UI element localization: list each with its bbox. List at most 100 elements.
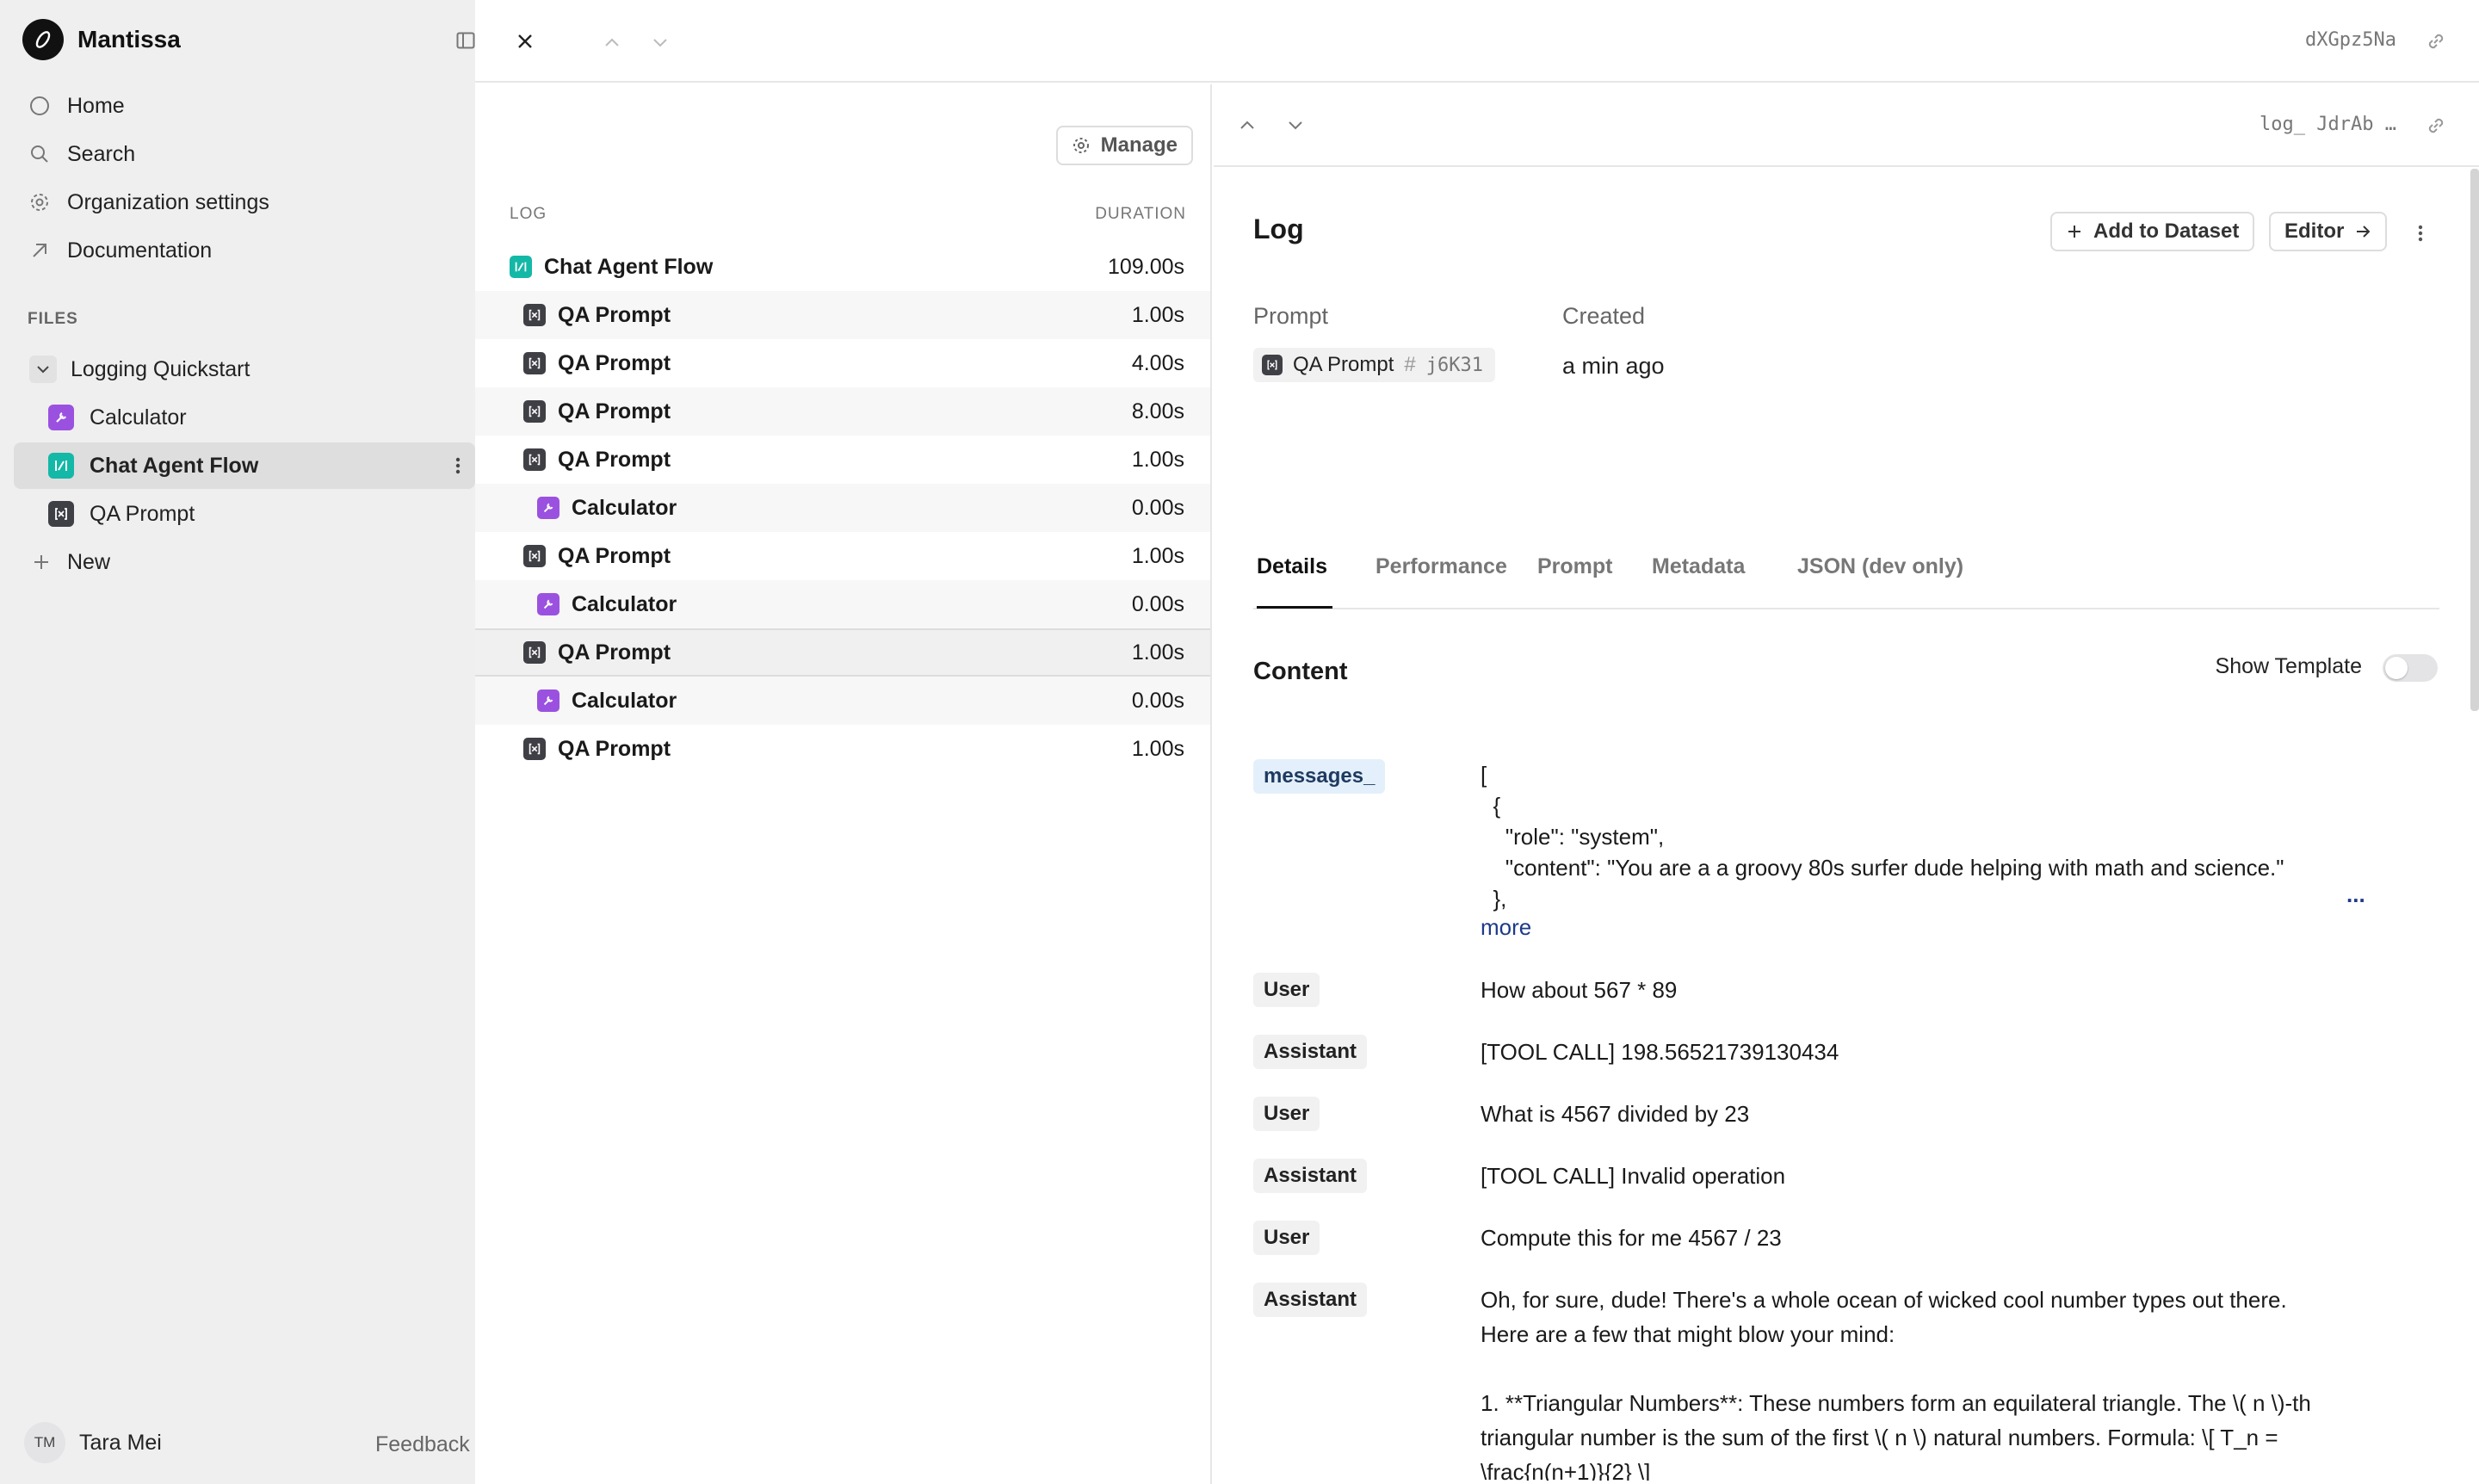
tab-json[interactable]: JSON (dev only) bbox=[1797, 554, 1963, 579]
show-template-toggle[interactable] bbox=[2383, 654, 2438, 682]
folder-logging-quickstart[interactable]: Logging Quickstart bbox=[14, 346, 475, 393]
role-chip-assistant: Assistant bbox=[1253, 1159, 1368, 1193]
manage-button[interactable]: Manage bbox=[1055, 126, 1193, 165]
nav-documentation-label: Documentation bbox=[67, 238, 213, 263]
log-row[interactable]: Chat Agent Flow 109.00s bbox=[475, 243, 1210, 291]
role-chip-assistant: Assistant bbox=[1253, 1035, 1368, 1069]
home-circle-icon bbox=[28, 94, 52, 118]
brand-logo-icon bbox=[22, 19, 64, 60]
add-to-dataset-button[interactable]: Add to Dataset bbox=[2050, 212, 2255, 251]
user-menu[interactable]: TM Tara Mei bbox=[24, 1422, 162, 1463]
editor-button[interactable]: Editor bbox=[2269, 212, 2388, 251]
log-row[interactable]: Calculator 0.00s bbox=[475, 484, 1210, 532]
message-text: [TOOL CALL] 198.56521739130434 bbox=[1481, 1039, 1839, 1065]
nav-organization-settings-label: Organization settings bbox=[67, 189, 269, 214]
file-chat-agent-flow-label: Chat Agent Flow bbox=[90, 453, 259, 478]
close-icon[interactable] bbox=[513, 29, 537, 53]
log-row[interactable]: Calculator 0.00s bbox=[475, 580, 1210, 628]
gear-icon bbox=[1072, 136, 1091, 155]
log-row[interactable]: QA Prompt 1.00s bbox=[475, 532, 1210, 580]
log-row-duration: 1.00s bbox=[1131, 447, 1184, 472]
more-vertical-icon[interactable] bbox=[2412, 220, 2429, 246]
scrollbar[interactable] bbox=[2470, 169, 2479, 711]
folder-label: Logging Quickstart bbox=[71, 356, 250, 381]
plus-icon bbox=[29, 550, 53, 574]
file-qa-prompt[interactable]: QA Prompt bbox=[14, 491, 475, 537]
nav-documentation[interactable]: Documentation bbox=[28, 232, 212, 269]
copy-link-icon[interactable] bbox=[2424, 114, 2448, 138]
log-row-duration: 0.00s bbox=[1131, 495, 1184, 520]
prompt-icon bbox=[523, 304, 546, 326]
log-row[interactable]: QA Prompt 1.00s bbox=[475, 436, 1210, 484]
nav-search[interactable]: Search bbox=[28, 135, 135, 173]
log-row-duration: 8.00s bbox=[1131, 399, 1184, 424]
flow-icon bbox=[510, 256, 532, 278]
log-id: log_ JdrAb … bbox=[2260, 114, 2396, 135]
log-row-duration: 1.00s bbox=[1131, 640, 1184, 665]
prompt-icon bbox=[48, 501, 74, 527]
brand[interactable]: Mantissa bbox=[22, 19, 181, 60]
log-row[interactable]: QA Prompt 1.00s bbox=[475, 725, 1210, 773]
plus-icon bbox=[2066, 223, 2083, 240]
message-text: [TOOL CALL] Invalid operation bbox=[1481, 1163, 1786, 1189]
chevron-down-icon[interactable] bbox=[649, 31, 671, 53]
column-header-duration: DURATION bbox=[1095, 205, 1186, 223]
prompt-name: QA Prompt bbox=[1293, 353, 1394, 376]
tool-wrench-icon bbox=[537, 593, 559, 615]
nav-home[interactable]: Home bbox=[28, 87, 125, 125]
tab-metadata[interactable]: Metadata bbox=[1652, 554, 1745, 579]
log-row[interactable]: QA Prompt 4.00s bbox=[475, 339, 1210, 387]
message-text: What is 4567 divided by 23 bbox=[1481, 1101, 1750, 1127]
log-row-duration: 0.00s bbox=[1131, 688, 1184, 713]
sidebar-toggle-icon[interactable] bbox=[456, 31, 475, 50]
more-vertical-icon[interactable] bbox=[449, 453, 467, 479]
created-value: a min ago bbox=[1562, 353, 1665, 379]
messages-key-chip: messages_ bbox=[1253, 759, 1386, 794]
log-row-label: QA Prompt bbox=[558, 640, 671, 665]
log-row[interactable]: QA Prompt 8.00s bbox=[475, 387, 1210, 436]
prompt-icon bbox=[523, 448, 546, 471]
nav-organization-settings[interactable]: Organization settings bbox=[28, 183, 269, 221]
tool-wrench-icon bbox=[48, 405, 74, 430]
prompt-icon bbox=[523, 352, 546, 374]
created-label: Created bbox=[1562, 303, 1646, 329]
file-calculator-label: Calculator bbox=[90, 405, 187, 430]
file-calculator[interactable]: Calculator bbox=[14, 394, 475, 441]
new-file-button[interactable]: New bbox=[14, 539, 475, 585]
file-qa-prompt-label: QA Prompt bbox=[90, 501, 195, 526]
chevron-down-icon[interactable] bbox=[29, 356, 57, 383]
arrow-up-right-icon bbox=[28, 238, 52, 263]
search-icon bbox=[28, 142, 52, 166]
feedback-link[interactable]: Feedback bbox=[375, 1432, 470, 1457]
tab-performance[interactable]: Performance bbox=[1376, 554, 1507, 579]
log-row-label: Chat Agent Flow bbox=[544, 254, 714, 279]
file-chat-agent-flow[interactable]: Chat Agent Flow bbox=[14, 442, 475, 489]
log-row-label: Calculator bbox=[572, 591, 677, 616]
expand-ellipsis[interactable]: ... bbox=[2346, 881, 2365, 908]
log-row-duration: 109.00s bbox=[1108, 254, 1184, 279]
tab-underline bbox=[1257, 606, 1332, 609]
chevron-up-icon[interactable] bbox=[1236, 114, 1258, 136]
flow-id: dXGpz5Na bbox=[2305, 29, 2396, 51]
arrow-right-icon bbox=[2354, 223, 2371, 240]
tab-prompt[interactable]: Prompt bbox=[1537, 554, 1613, 579]
messages-json: [ { "role": "system", "content": "You ar… bbox=[1481, 762, 2284, 912]
avatar: TM bbox=[24, 1422, 65, 1463]
more-link[interactable]: more bbox=[1481, 914, 1531, 941]
role-chip-user: User bbox=[1253, 973, 1320, 1007]
toggle-knob bbox=[2385, 657, 2408, 679]
user-name: Tara Mei bbox=[79, 1430, 162, 1455]
chevron-up-icon[interactable] bbox=[601, 31, 623, 53]
tab-details-label: Details bbox=[1257, 554, 1327, 578]
show-template-label: Show Template bbox=[2215, 654, 2362, 678]
tab-details[interactable]: Details bbox=[1257, 554, 1332, 609]
prompt-version-chip[interactable]: QA Prompt # j6K31 bbox=[1253, 348, 1495, 382]
copy-link-icon[interactable] bbox=[2424, 29, 2448, 53]
editor-label: Editor bbox=[2284, 220, 2345, 243]
log-row-duration: 1.00s bbox=[1131, 736, 1184, 761]
message-text: How about 567 * 89 bbox=[1481, 977, 1678, 1003]
chevron-down-icon[interactable] bbox=[1284, 114, 1307, 136]
log-row[interactable]: Calculator 0.00s bbox=[475, 677, 1210, 725]
log-row[interactable]: QA Prompt 1.00s bbox=[475, 291, 1210, 339]
log-row-selected[interactable]: QA Prompt 1.00s bbox=[475, 628, 1210, 677]
